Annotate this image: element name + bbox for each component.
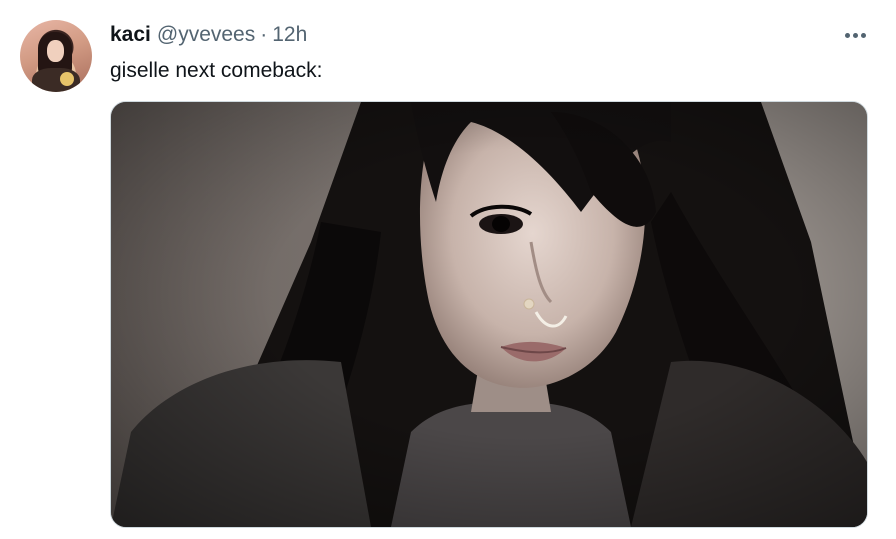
more-horizontal-icon-dot-2 <box>852 32 858 38</box>
more-options-button[interactable] <box>838 24 872 46</box>
tweet-timestamp[interactable]: 12h <box>272 22 307 48</box>
author-handle[interactable]: @yvevees <box>157 22 255 48</box>
more-horizontal-icon-dot-3 <box>860 32 866 38</box>
avatar-face <box>47 40 64 62</box>
author-name[interactable]: kaci <box>110 22 151 48</box>
tweet-media-photo[interactable] <box>110 101 868 528</box>
photo-illustration <box>111 102 867 527</box>
more-horizontal-icon <box>844 32 850 38</box>
separator-dot: · <box>260 23 268 46</box>
avatar[interactable] <box>20 20 92 92</box>
tweet-header: kaci @yvevees · 12h <box>110 22 307 48</box>
tweet-text: giselle next comeback: <box>110 59 323 82</box>
avatar-item <box>60 72 74 86</box>
tweet-card[interactable]: kaci @yvevees · 12h giselle next comebac… <box>0 0 896 539</box>
